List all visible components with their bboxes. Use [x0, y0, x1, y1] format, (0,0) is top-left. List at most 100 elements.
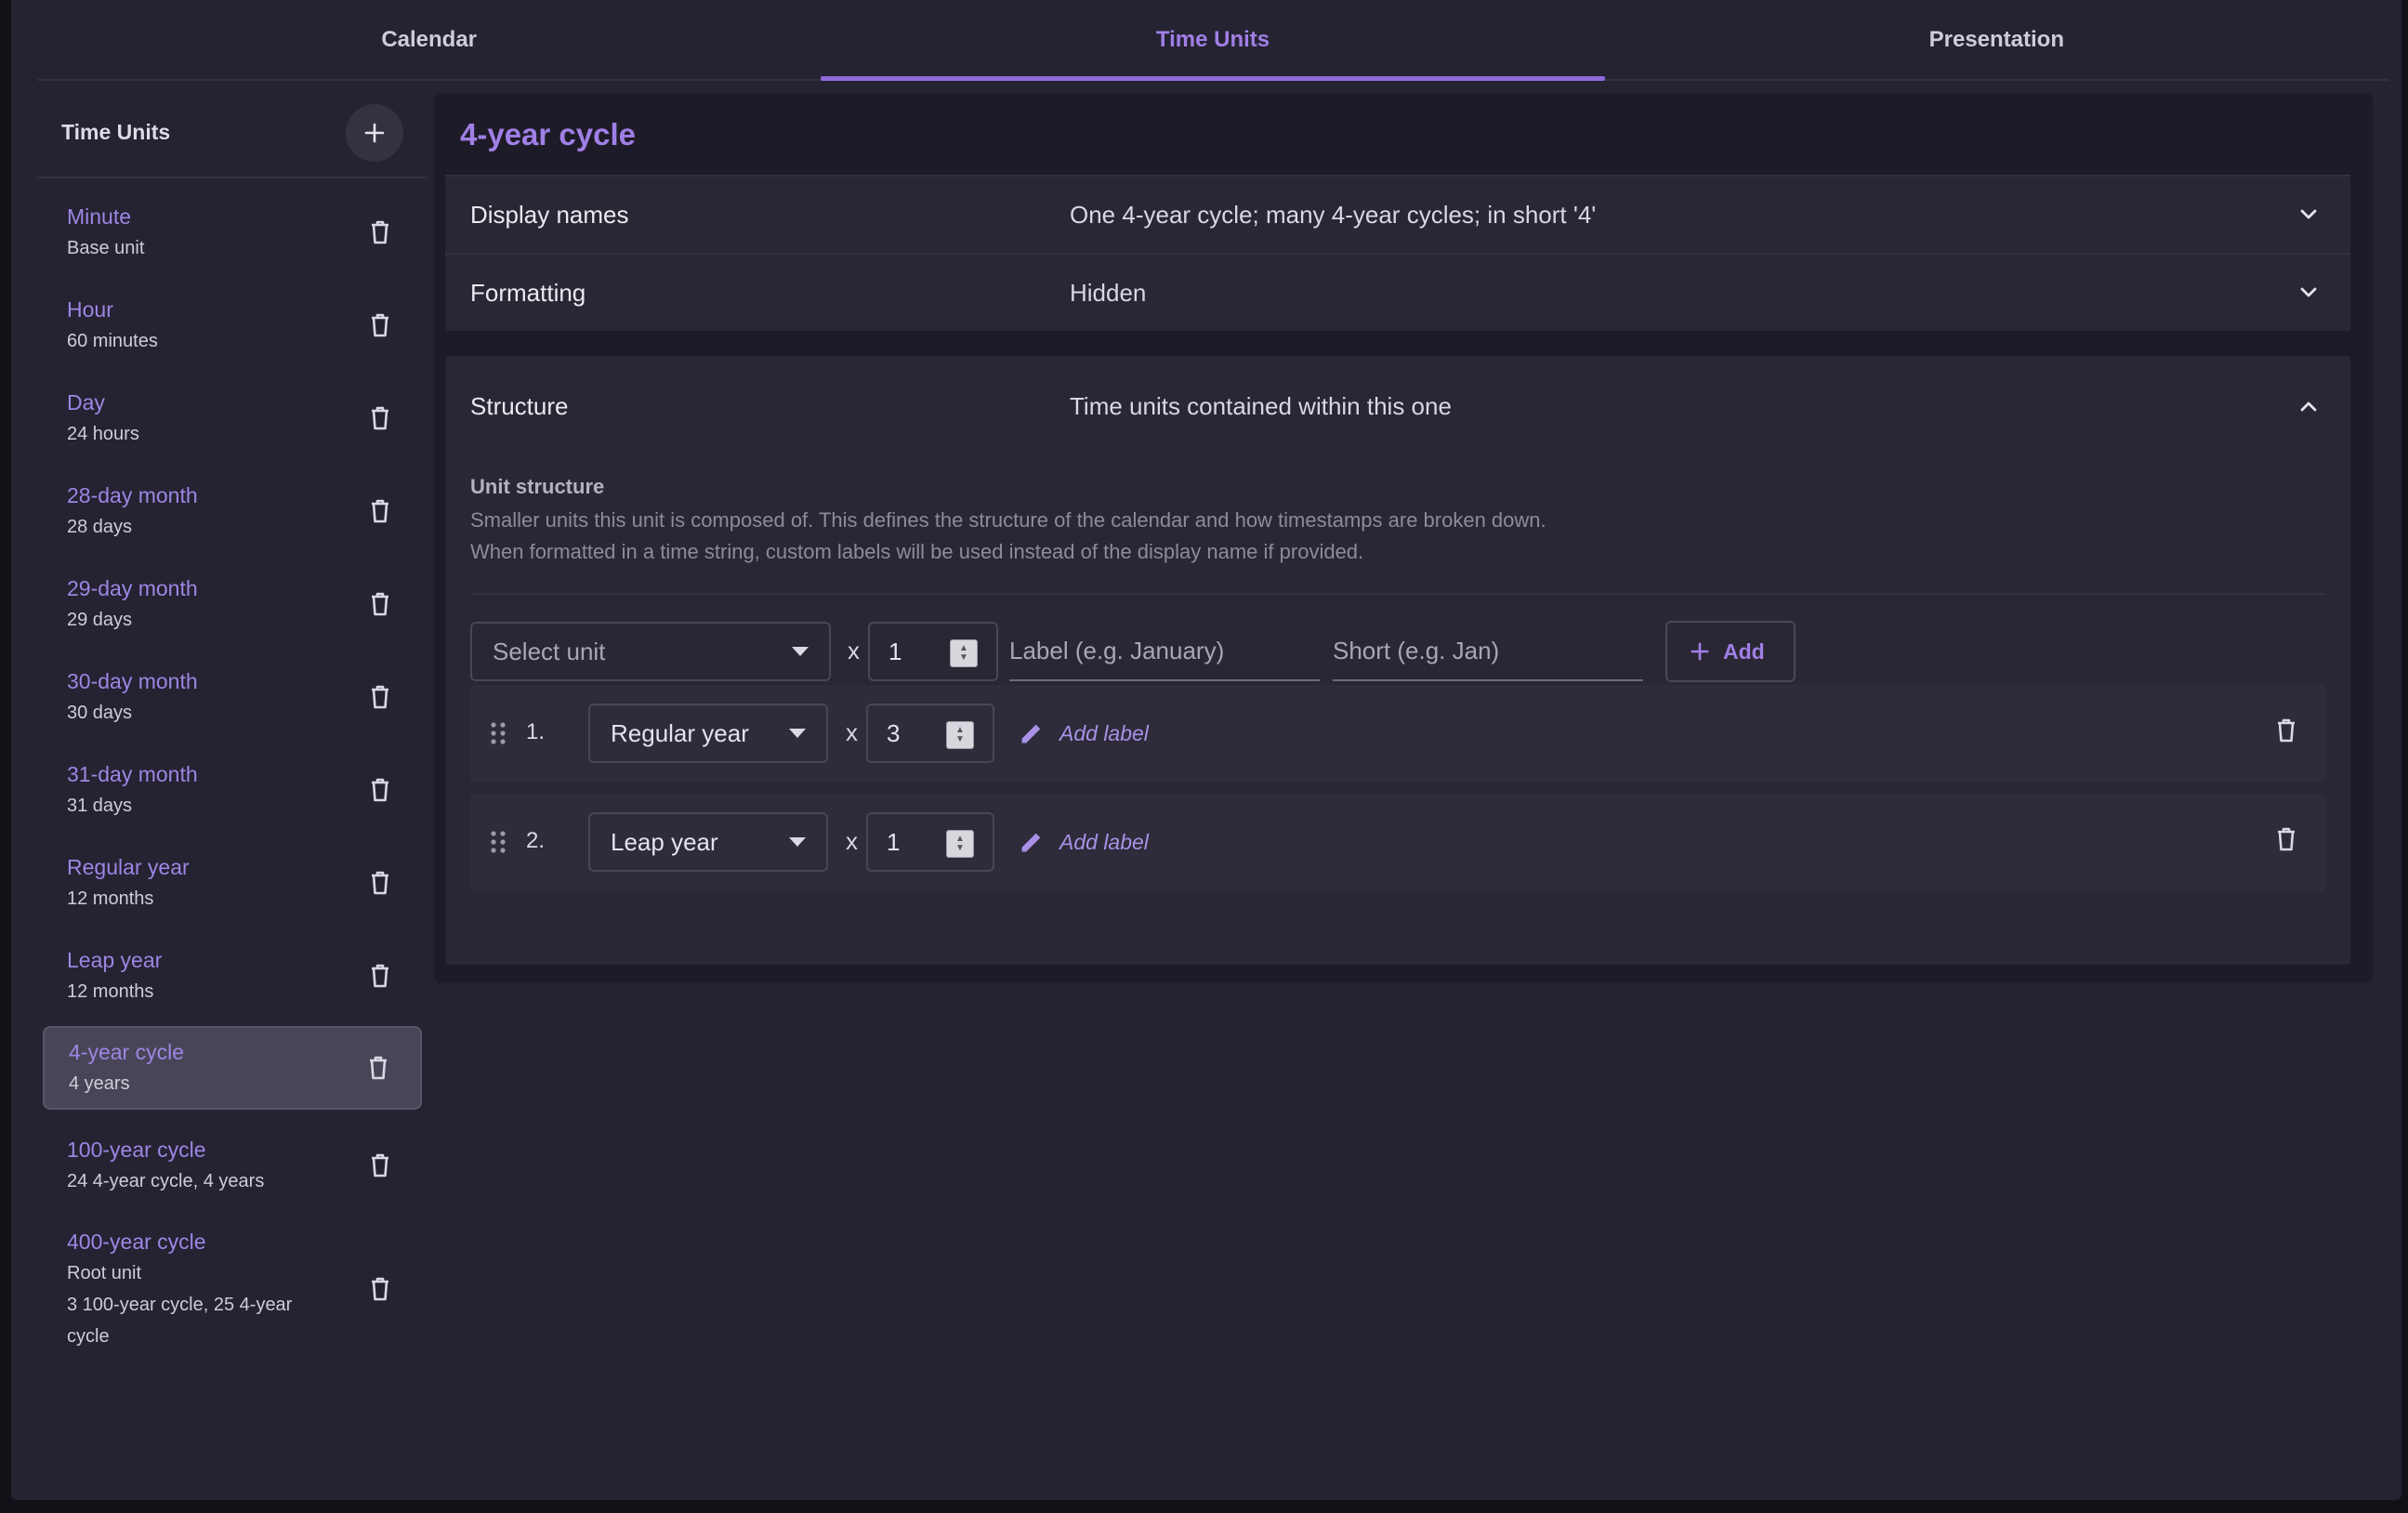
drag-handle-icon[interactable] [489, 829, 507, 855]
sidebar-item-unit[interactable]: 29-day month 29 days [43, 558, 422, 651]
unit-item-text: Leap year 12 months [67, 944, 162, 1007]
chevron-up-icon[interactable] [2267, 395, 2350, 417]
trash-icon[interactable] [338, 311, 422, 339]
trash-icon[interactable] [338, 404, 422, 432]
unit-name: 400-year cycle [67, 1230, 206, 1254]
trash-icon[interactable] [338, 497, 422, 525]
add-time-unit-button[interactable] [346, 103, 403, 162]
entry-unit-value: Leap year [611, 827, 718, 856]
unit-name: Minute [67, 204, 132, 229]
add-unit-button[interactable]: Add [1665, 621, 1796, 682]
trash-icon[interactable] [2275, 825, 2297, 853]
trash-icon[interactable] [338, 590, 422, 618]
unit-item-text: Regular year 12 months [67, 851, 190, 914]
add-label-link[interactable]: Add label [1019, 720, 1149, 746]
sidebar-item-unit[interactable]: Hour 60 minutes [43, 279, 422, 372]
entry-unit-dropdown[interactable]: Regular year [588, 704, 828, 763]
formatting-value: Hidden [1070, 278, 1147, 307]
app-window: Calendar Time Units Presentation Time Un… [11, 0, 2401, 1500]
trash-icon[interactable] [338, 776, 422, 804]
unit-subtitle: 3 100-year cycle, 25 4-year [67, 1295, 293, 1315]
formatting-row[interactable]: Formatting Hidden [445, 255, 2350, 331]
add-label-text: Add label [1059, 720, 1149, 745]
unit-subtitle: 24 hours [67, 424, 139, 444]
trash-icon[interactable] [338, 218, 422, 246]
unit-structure-title: Unit structure [470, 475, 605, 498]
spinner-icon[interactable]: ▲ ▼ [946, 721, 974, 749]
structure-header[interactable]: Structure Time units contained within th… [445, 356, 2350, 456]
unit-name: 29-day month [67, 576, 198, 600]
spinner-icon[interactable]: ▲ ▼ [950, 639, 978, 667]
formatting-label: Formatting [470, 278, 586, 307]
short-placeholder: Short (e.g. Jan) [1333, 636, 1500, 664]
tab-presentation[interactable]: Presentation [1605, 0, 2388, 79]
unit-name: 30-day month [67, 669, 198, 693]
trash-icon[interactable] [338, 1151, 422, 1179]
unit-item-text: 100-year cycle 24 4-year cycle, 4 years [67, 1134, 264, 1197]
select-unit-placeholder: Select unit [493, 637, 606, 665]
tab-time-units[interactable]: Time Units [821, 0, 1605, 81]
multiply-sign: x [846, 718, 858, 746]
unit-item-text: 4-year cycle 4 years [69, 1036, 184, 1099]
tab-calendar[interactable]: Calendar [37, 0, 821, 79]
add-label-link[interactable]: Add label [1019, 829, 1149, 855]
description-line: When formatted in a time string, custom … [470, 540, 1364, 563]
unit-subtitle: Root unit [67, 1263, 142, 1283]
trash-icon[interactable] [338, 962, 422, 990]
label-placeholder: Label (e.g. January) [1009, 636, 1225, 664]
sidebar-item-unit[interactable]: 4-year cycle 4 years [43, 1026, 422, 1110]
entry-count-input[interactable]: 1 ▲ ▼ [866, 812, 994, 872]
unit-subtitle: Base unit [67, 238, 145, 258]
drag-handle-icon[interactable] [489, 720, 507, 746]
pencil-icon [1021, 724, 1041, 743]
sidebar-item-unit[interactable]: 31-day month 31 days [43, 743, 422, 836]
count-input[interactable]: 1 ▲ ▼ [868, 622, 998, 681]
caret-down-icon [792, 647, 809, 656]
description-line: Smaller units this unit is composed of. … [470, 508, 1546, 532]
unit-detail-panel: 4-year cycle Display names One 4-year cy… [434, 93, 2373, 983]
sidebar-item-unit[interactable]: Regular year 12 months [43, 836, 422, 929]
sidebar-item-unit[interactable]: Leap year 12 months [43, 929, 422, 1022]
unit-item-text: Minute Base unit [67, 201, 144, 264]
sidebar-item-unit[interactable]: 30-day month 30 days [43, 651, 422, 743]
entry-unit-dropdown[interactable]: Leap year [588, 812, 828, 872]
unit-name: 31-day month [67, 762, 198, 786]
sidebar-item-unit[interactable]: 100-year cycle 24 4-year cycle, 4 years [43, 1119, 422, 1212]
short-input[interactable]: Short (e.g. Jan) [1333, 622, 1643, 681]
unit-name: 100-year cycle [67, 1138, 206, 1162]
display-names-row[interactable]: Display names One 4-year cycle; many 4-y… [445, 177, 2350, 253]
sidebar-item-unit[interactable]: 400-year cycle Root unit 3 100-year cycle,… [43, 1212, 422, 1366]
chevron-down-icon[interactable] [2267, 282, 2350, 304]
unit-subtitle: 30 days [67, 703, 133, 723]
plus-icon [364, 123, 385, 142]
unit-list: Minute Base unit Hour 60 minutes Day 24 hours… [37, 178, 428, 1366]
entry-count-value: 1 [887, 827, 901, 856]
collapsed-sections: Display names One 4-year cycle; many 4-y… [445, 175, 2350, 331]
sidebar-item-unit[interactable]: Day 24 hours [43, 372, 422, 465]
multiply-sign: x [846, 827, 858, 855]
unit-subtitle: 29 days [67, 610, 133, 630]
unit-name: 28-day month [67, 483, 198, 507]
trash-icon[interactable] [2275, 717, 2297, 744]
trash-icon[interactable] [338, 869, 422, 897]
structure-entry-row: 1. Regular year x 3 ▲ ▼ Add label [470, 685, 2325, 783]
trash-icon[interactable] [338, 1275, 422, 1303]
unit-item-text: Hour 60 minutes [67, 294, 158, 357]
sidebar-item-unit[interactable]: 28-day month 28 days [43, 465, 422, 558]
unit-subtitle: 31 days [67, 796, 133, 816]
trash-icon[interactable] [338, 683, 422, 711]
entry-count-input[interactable]: 3 ▲ ▼ [866, 704, 994, 763]
sidebar-item-unit[interactable]: Minute Base unit [43, 186, 422, 279]
trash-icon[interactable] [336, 1054, 420, 1082]
tab-bar: Calendar Time Units Presentation [37, 0, 2388, 81]
plus-icon [1691, 642, 1709, 661]
entry-count-value: 3 [887, 718, 901, 747]
add-label-text: Add label [1059, 829, 1149, 854]
label-input[interactable]: Label (e.g. January) [1009, 622, 1320, 681]
entry-unit-value: Regular year [611, 718, 749, 747]
spinner-icon[interactable]: ▲ ▼ [946, 830, 974, 858]
multiply-sign: x [848, 637, 860, 664]
entry-index: 2. [526, 828, 546, 853]
chevron-down-icon[interactable] [2267, 204, 2350, 226]
select-unit-dropdown[interactable]: Select unit [470, 622, 831, 681]
